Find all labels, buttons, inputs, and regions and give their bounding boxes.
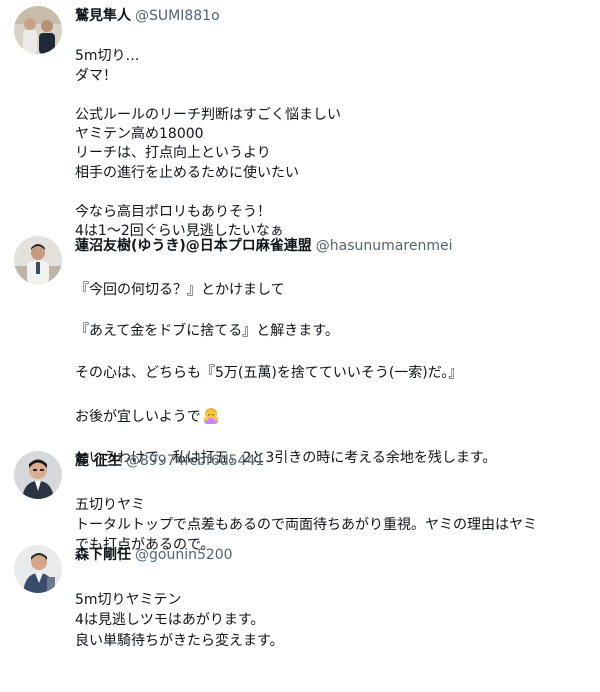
tweet-line: 『あえて金をドブに捨てる』と解きます。 [75, 323, 339, 340]
user-avatar-icon[interactable] [14, 6, 62, 54]
bowing-person-emoji-icon [201, 405, 221, 425]
user-handle[interactable]: @89974fcbf6d5441 [126, 453, 264, 469]
tweet-line: 4は見逃しツモはあがります。 [75, 612, 265, 628]
display-name[interactable]: 蓮沼友樹(ゆうき)@日本プロ麻雀連盟 [75, 238, 312, 254]
tweet-line: ヤミテン高め18000 [75, 126, 204, 143]
user-avatar-icon[interactable] [14, 545, 62, 593]
tweet-line: ​ [75, 86, 590, 105]
tweet-item: 鷲見隼人@SUMI881o 5m切り…ダマ！​公式ルールのリーチ判断はすごく悩ま… [0, 0, 600, 239]
display-name[interactable]: 森下剛任 [75, 547, 131, 563]
tweet-line: ダマ！ [75, 67, 117, 84]
user-handle[interactable]: @hasunumarenmei [316, 238, 453, 254]
tweet-item: 麓 征生 @89974fcbf6d5441 五切りヤミトータルトップで点差もあるの… [0, 442, 600, 553]
tweet-line: トータルトップで点差もあるので両面待ちあがり重視。ヤミの理由はヤミ [75, 517, 537, 533]
tweet-line: 相手の進行を止めるために使いたい [75, 164, 299, 181]
tweet-line: ​ [75, 301, 590, 322]
tweet-line: 『今回の何切る？』とかけまして [75, 281, 285, 298]
user-handle[interactable]: @gounin5200 [135, 547, 233, 563]
tweet-header: 麓 征生 @89974fcbf6d5441 [75, 452, 264, 470]
user-avatar-icon[interactable] [14, 451, 62, 499]
tweet-item: 森下剛任 @gounin5200 5m切りヤミテン 4は見逃しツモはあがります。良い… [0, 542, 600, 649]
display-name[interactable]: 鷲見隼人 [75, 8, 131, 24]
tweet-line: ​ [75, 183, 590, 202]
tweet-line: ​ [75, 342, 590, 363]
tweet-line: その心は、どちらも『5万(五萬)を捨てていいそう(一索)だ。』 [75, 364, 463, 381]
tweet-line: お後が宜しいようで [75, 405, 590, 428]
tweet-line-text: お後が宜しいようで [75, 408, 201, 425]
tweet-header: 蓮沼友樹(ゆうき)@日本プロ麻雀連盟 @hasunumarenmei [75, 237, 452, 255]
tweet-line: 今なら高目ポロリもありそう！ [75, 203, 271, 220]
tweet-line: ​ [75, 384, 590, 405]
user-avatar-icon[interactable] [14, 236, 62, 284]
tweet-line: 5m切り… [75, 48, 140, 65]
tweet-line: リーチは、打点向上というより [75, 145, 271, 162]
tweet-header: 鷲見隼人 @SUMI881o [75, 7, 220, 25]
user-handle[interactable]: @SUMI881o [135, 8, 220, 24]
tweet-header: 森下剛任 @gounin5200 [75, 546, 233, 564]
tweet-line: 良い単騎待ちがきたら変えます。 [75, 632, 284, 649]
tweet-line: 公式ルールのリーチ判断はすごく悩ましい [75, 106, 341, 123]
tweet-text: 5m切りヤミテン 4は見逃しツモはあがります。良い単騎待ちがきたら変えます。 [75, 569, 590, 692]
display-name[interactable]: 麓 征生 [75, 453, 122, 469]
tweet-line: 五切りヤミ [75, 497, 145, 513]
tweet-item: 蓮沼友樹(ゆうき)@日本プロ麻雀連盟 @hasunumarenmei 『今回の何切… [0, 232, 600, 466]
tweet-line: 5m切りヤミテン [75, 591, 182, 608]
